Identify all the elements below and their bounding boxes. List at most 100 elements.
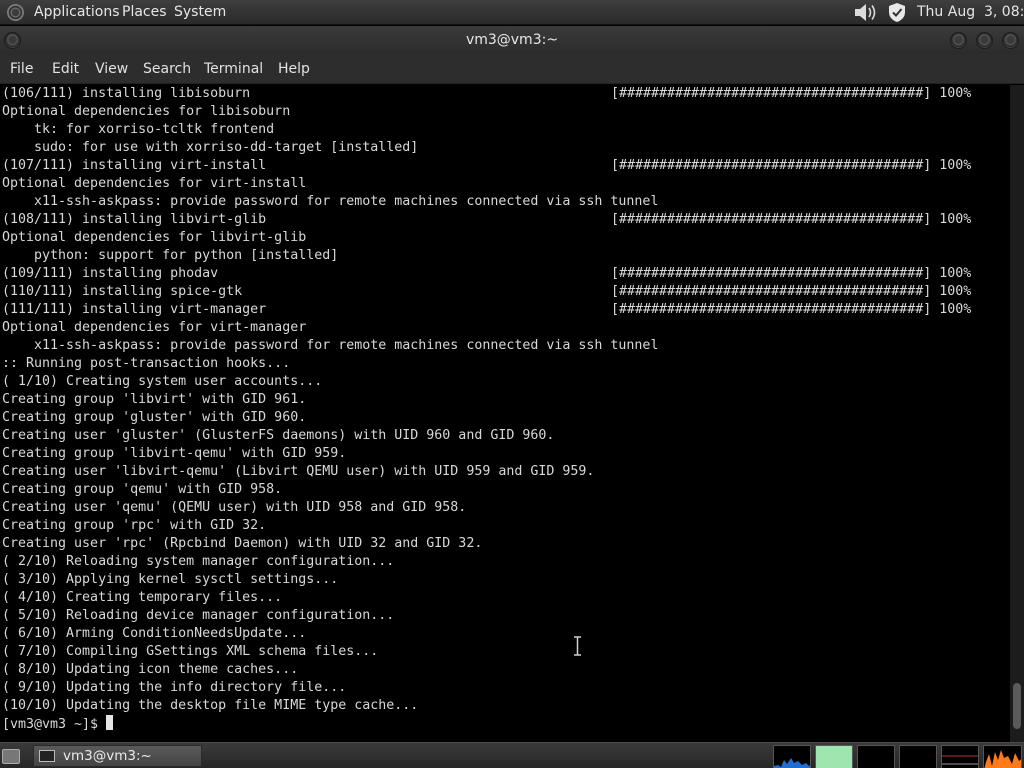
terminal-line-text: Optional dependencies for virt-install	[2, 176, 307, 191]
window-title: vm3@vm3:~	[465, 32, 559, 48]
terminal-line-text: Creating group 'gluster' with GID 960.	[2, 410, 307, 425]
maximize-button[interactable]	[976, 32, 993, 49]
progress-bar-text: [######################################]…	[611, 212, 972, 227]
text-cursor	[106, 715, 114, 730]
terminal-line-text: ( 1/10) Creating system user accounts...	[2, 374, 323, 389]
terminal-line: (111/111) installing virt-manager [######…	[2, 301, 1008, 319]
terminal-line-text: python: support for python [installed]	[2, 248, 339, 263]
terminal-line: (10/10) Updating the desktop file MIME t…	[2, 697, 1008, 715]
terminal-line: Creating user 'qemu' (QEMU user) with UI…	[2, 499, 1008, 517]
terminal-scrollbar[interactable]	[1010, 85, 1024, 742]
terminal-line: Creating user 'rpc' (Rpcbind Daemon) wit…	[2, 535, 1008, 553]
disk-monitor[interactable]	[983, 745, 1022, 768]
terminal-line: Creating user 'libvirt-qemu' (Libvirt QE…	[2, 463, 1008, 481]
show-desktop-icon[interactable]	[2, 749, 20, 764]
menu-search[interactable]: Search	[143, 54, 191, 84]
apps-logo-icon[interactable]	[7, 4, 24, 21]
terminal-line-text: ( 5/10) Reloading device manager configu…	[2, 608, 395, 623]
menu-help[interactable]: Help	[278, 54, 310, 84]
shell-prompt: [vm3@vm3 ~]$	[2, 717, 107, 732]
terminal-line: :: Running post-transaction hooks...	[2, 355, 1008, 373]
terminal-line: (106/111) installing libisoburn [########…	[2, 85, 1008, 103]
progress-bar-text: [######################################]…	[611, 284, 972, 299]
terminal-line: Optional dependencies for virt-install	[2, 175, 1008, 193]
terminal-line-text: Creating user 'libvirt-qemu' (Libvirt QE…	[2, 464, 595, 479]
terminal-line-text: Creating group 'rpc' with GID 32.	[2, 518, 267, 533]
terminal-line-text: Optional dependencies for libvirt-glib	[2, 230, 307, 245]
menu-file[interactable]: File	[10, 54, 33, 84]
terminal-line: ( 2/10) Reloading system manager configu…	[2, 553, 1008, 571]
terminal-line: Creating group 'gluster' with GID 960.	[2, 409, 1008, 427]
terminal-line: python: support for python [installed]	[2, 247, 1008, 265]
prompt-line[interactable]: [vm3@vm3 ~]$	[2, 715, 1008, 733]
menu-applications[interactable]: Applications	[34, 0, 120, 25]
terminal-line-text: (107/111) installing virt-install	[2, 158, 267, 173]
progress-bar-text: [######################################]…	[611, 266, 972, 281]
swap-monitor[interactable]	[899, 745, 937, 768]
memory-monitor[interactable]	[815, 745, 853, 768]
terminal-line-text: (110/111) installing spice-gtk	[2, 284, 243, 299]
menu-places[interactable]: Places	[122, 0, 167, 25]
window-menu-button[interactable]	[4, 32, 21, 49]
terminal-line-text: tk: for xorriso-tcltk frontend	[2, 122, 275, 137]
menu-view[interactable]: View	[95, 54, 128, 84]
progress-bar-text: [######################################]…	[611, 302, 972, 317]
menu-edit[interactable]: Edit	[52, 54, 79, 84]
clock[interactable]: Thu Aug 3, 08:37	[917, 0, 1024, 25]
progress-bar-text: [######################################]…	[611, 158, 972, 173]
terminal-icon	[39, 750, 55, 762]
terminal-output[interactable]: (106/111) installing libisoburn [########…	[0, 85, 1010, 742]
taskbar-button-terminal[interactable]: vm3@vm3:~	[33, 745, 202, 767]
cpu-monitor[interactable]	[773, 745, 811, 768]
load-monitor[interactable]	[941, 745, 979, 768]
terminal-line-text: (10/10) Updating the desktop file MIME t…	[2, 698, 419, 713]
taskbar-label: vm3@vm3:~	[63, 748, 152, 764]
terminal-line-text: sudo: for use with xorriso-dd-target [in…	[2, 140, 419, 155]
terminal-line-text: Optional dependencies for virt-manager	[2, 320, 307, 335]
terminal-line-text: ( 4/10) Creating temporary files...	[2, 590, 283, 605]
terminal-line: Creating user 'gluster' (GlusterFS daemo…	[2, 427, 1008, 445]
terminal-line-text: Creating group 'qemu' with GID 958.	[2, 482, 283, 497]
terminal-line: Creating group 'libvirt' with GID 961.	[2, 391, 1008, 409]
terminal-line: x11-ssh-askpass: provide password for re…	[2, 337, 1008, 355]
ibeam-cursor-icon	[574, 636, 581, 656]
terminal-line: x11-ssh-askpass: provide password for re…	[2, 193, 1008, 211]
terminal-line-text: (111/111) installing virt-manager	[2, 302, 267, 317]
minimize-button[interactable]	[950, 32, 967, 49]
terminal-line-text: (106/111) installing libisoburn	[2, 86, 251, 101]
terminal-line-text: ( 2/10) Reloading system manager configu…	[2, 554, 395, 569]
terminal-line: tk: for xorriso-tcltk frontend	[2, 121, 1008, 139]
terminal-line-text: x11-ssh-askpass: provide password for re…	[2, 194, 659, 209]
terminal-line-text: ( 7/10) Compiling GSettings XML schema f…	[2, 644, 379, 659]
terminal-line-text: ( 3/10) Applying kernel sysctl settings.…	[2, 572, 339, 587]
terminal-line: ( 4/10) Creating temporary files...	[2, 589, 1008, 607]
terminal-line: (109/111) installing phodav [############…	[2, 265, 1008, 283]
terminal-line: (110/111) installing spice-gtk [#########…	[2, 283, 1008, 301]
terminal-line: Creating group 'libvirt-qemu' with GID 9…	[2, 445, 1008, 463]
terminal-line-text: ( 9/10) Updating the info directory file…	[2, 680, 347, 695]
bottom-panel: vm3@vm3:~	[0, 742, 1024, 768]
terminal-line-text: Creating user 'gluster' (GlusterFS daemo…	[2, 428, 555, 443]
terminal-line: ( 6/10) Arming ConditionNeedsUpdate...	[2, 625, 1008, 643]
terminal-line: ( 3/10) Applying kernel sysctl settings.…	[2, 571, 1008, 589]
menu-system[interactable]: System	[174, 0, 226, 25]
shield-icon[interactable]	[887, 2, 907, 23]
terminal-line: (108/111) installing libvirt-glib [######…	[2, 211, 1008, 229]
scrollbar-thumb[interactable]	[1013, 683, 1021, 729]
terminal-line-text: Creating group 'libvirt-qemu' with GID 9…	[2, 446, 347, 461]
volume-icon[interactable]	[853, 2, 879, 23]
terminal-line: ( 5/10) Reloading device manager configu…	[2, 607, 1008, 625]
terminal-line: ( 9/10) Updating the info directory file…	[2, 679, 1008, 697]
menu-terminal[interactable]: Terminal	[204, 54, 263, 84]
terminal-line-text: ( 8/10) Updating icon theme caches...	[2, 662, 299, 677]
terminal-line-text: Creating group 'libvirt' with GID 961.	[2, 392, 307, 407]
terminal-line-text: ( 6/10) Arming ConditionNeedsUpdate...	[2, 626, 307, 641]
close-button[interactable]	[1002, 32, 1019, 49]
terminal-line: ( 7/10) Compiling GSettings XML schema f…	[2, 643, 1008, 661]
window-titlebar[interactable]: vm3@vm3:~	[0, 26, 1024, 54]
terminal-lines: (106/111) installing libisoburn [########…	[2, 85, 1008, 733]
terminal-line-text: Creating user 'rpc' (Rpcbind Daemon) wit…	[2, 536, 483, 551]
terminal-line: Optional dependencies for libvirt-glib	[2, 229, 1008, 247]
terminal-line-text: (108/111) installing libvirt-glib	[2, 212, 267, 227]
network-monitor[interactable]	[857, 745, 895, 768]
